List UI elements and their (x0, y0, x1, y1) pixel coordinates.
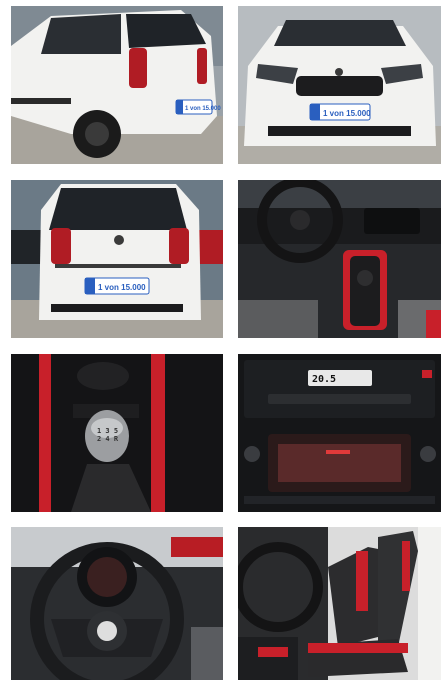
steering-wheel-photo (11, 527, 223, 680)
license-plate-text: 1 von 15.000 (185, 106, 221, 112)
svg-text:1 3 5: 1 3 5 (97, 427, 118, 435)
front-photo: 1 von 15.000 (238, 6, 441, 164)
photo-tile-rear-quarter[interactable]: 1 von 15.000 (11, 6, 223, 164)
license-plate-text: 1 von 15.000 (323, 109, 371, 118)
svg-text:2 4 R: 2 4 R (97, 435, 119, 443)
dashboard-photo (238, 180, 441, 338)
rear-quarter-photo: 1 von 15.000 (11, 6, 223, 164)
photo-gallery-grid: 1 von 15.000 1 von 15.000 1 von 15.000 1… (0, 0, 442, 680)
license-plate-text: 1 von 15.000 (98, 283, 146, 292)
gear-shift-photo: 1 3 5 2 4 R (11, 354, 223, 512)
infotainment-photo: 20.5 (238, 354, 441, 512)
photo-tile-steering-wheel[interactable] (11, 527, 223, 680)
rear-photo: 1 von 15.000 (11, 180, 223, 338)
photo-tile-rear[interactable]: 1 von 15.000 (11, 180, 223, 338)
seats-photo (238, 527, 441, 680)
photo-tile-interior-dashboard[interactable] (238, 180, 441, 338)
photo-tile-gear-shift[interactable]: 1 3 5 2 4 R (11, 354, 223, 512)
photo-tile-infotainment[interactable]: 20.5 (238, 354, 441, 512)
photo-tile-front[interactable]: 1 von 15.000 (238, 6, 441, 164)
photo-tile-front-seats[interactable] (238, 527, 441, 680)
climate-temperature: 20.5 (312, 374, 336, 385)
